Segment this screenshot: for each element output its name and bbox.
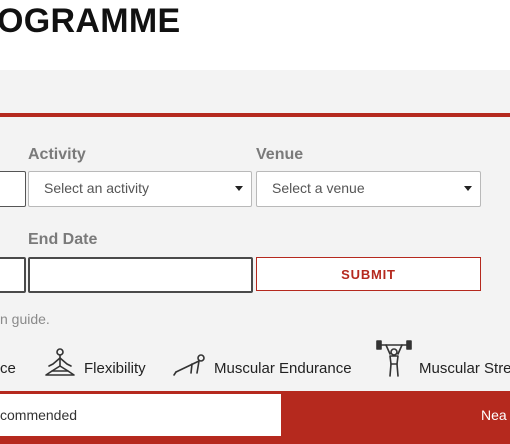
venue-label: Venue: [256, 146, 304, 163]
end-date-input[interactable]: [28, 257, 253, 293]
chevron-down-icon: [235, 186, 243, 191]
chevron-down-icon: [464, 186, 472, 191]
pushup-icon: [173, 354, 205, 376]
category-label-flexibility[interactable]: Flexibility: [84, 360, 146, 377]
tab-recommended-label: commended: [0, 407, 78, 423]
venue-select-value: Select a venue: [272, 180, 365, 196]
activity-label: Activity: [28, 146, 86, 163]
yoga-pose-icon: [45, 348, 75, 376]
tab-nearby[interactable]: Nea: [281, 394, 510, 436]
title-bar: OGRAMME: [0, 0, 510, 70]
end-date-label: End Date: [28, 231, 98, 248]
venue-select[interactable]: Select a venue: [256, 171, 481, 207]
activity-select-value: Select an activity: [44, 180, 150, 196]
tab-nearby-label: Nea: [481, 407, 507, 423]
category-label-partial[interactable]: ce: [0, 360, 16, 377]
weightlifter-icon: [376, 340, 412, 377]
partial-field-left-2[interactable]: [0, 257, 26, 293]
tabs-bottom-strip: [0, 436, 510, 444]
activity-select[interactable]: Select an activity: [28, 171, 252, 207]
category-label-muscular-endurance[interactable]: Muscular Endurance: [214, 360, 352, 377]
panel-top-rule: [0, 113, 510, 117]
tab-recommended[interactable]: commended: [0, 394, 281, 436]
guide-hint-text: n guide.: [0, 311, 50, 327]
page-title: OGRAMME: [0, 2, 181, 40]
partial-field-left-1[interactable]: [0, 171, 26, 207]
submit-button[interactable]: SUBMIT: [256, 257, 481, 291]
category-label-muscular-strength[interactable]: Muscular Stre: [419, 360, 510, 377]
